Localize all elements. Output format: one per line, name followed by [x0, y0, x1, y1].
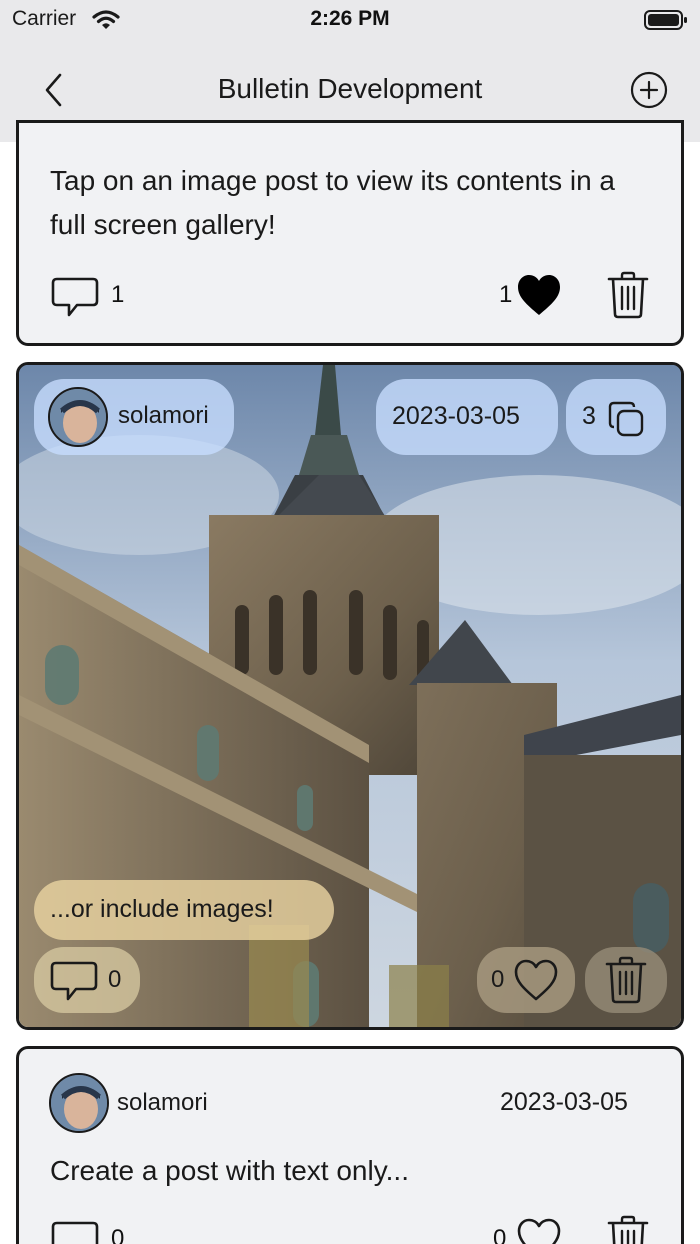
post-card[interactable]: solamori 2023-03-05 Create a post with t… [16, 1046, 684, 1244]
gallery-count-pill[interactable]: 3 [566, 379, 666, 455]
trash-icon [605, 956, 647, 1004]
post-text: Tap on an image post to view its content… [50, 165, 615, 240]
speech-bubble-icon[interactable] [51, 271, 101, 321]
date-pill: 2023-03-05 [376, 379, 558, 455]
battery-icon [644, 9, 688, 36]
post-caption: ...or include images! [50, 895, 274, 923]
avatar-photo [50, 389, 106, 445]
image-post-card[interactable]: solamori 2023-03-05 3 ...or include imag… [16, 362, 684, 1030]
delete-pill[interactable] [585, 947, 667, 1013]
speech-bubble-icon [50, 961, 98, 1001]
heart-outline-icon [514, 959, 558, 1001]
trash-icon[interactable] [607, 1215, 649, 1244]
avatar[interactable] [49, 1073, 109, 1133]
like-count: 0 [493, 1225, 507, 1244]
author-username: solamori [117, 1089, 208, 1116]
like-count: 0 [491, 966, 505, 993]
add-post-button[interactable] [630, 71, 668, 109]
avatar [48, 387, 108, 447]
avatar-photo [51, 1075, 107, 1131]
comment-pill[interactable]: 0 [34, 947, 140, 1013]
trash-icon[interactable] [607, 271, 649, 319]
caption-pill: ...or include images! [34, 880, 334, 940]
stacked-squares-icon [608, 401, 644, 437]
comment-count: 0 [111, 1225, 125, 1244]
status-time: 2:26 PM [310, 7, 390, 30]
like-count: 1 [499, 281, 513, 308]
author-username: solamori [118, 402, 209, 429]
post-text: Create a post with text only... [50, 1155, 409, 1186]
post-date: 2023-03-05 [392, 402, 520, 430]
post-actions: 0 0 [19, 1215, 681, 1244]
heart-outline-icon[interactable] [516, 1217, 562, 1244]
image-count: 3 [582, 402, 596, 430]
comment-count: 1 [111, 281, 125, 308]
status-bar: Carrier 2:26 PM [0, 0, 700, 40]
page-title: Bulletin Development [217, 73, 483, 104]
post-date: 2023-03-05 [500, 1088, 628, 1116]
author-pill[interactable]: solamori [34, 379, 234, 455]
comment-count: 0 [108, 966, 122, 993]
post-card[interactable]: Tap on an image post to view its content… [16, 120, 684, 346]
post-actions: 1 1 [19, 271, 681, 321]
like-pill[interactable]: 0 [477, 947, 575, 1013]
heart-icon[interactable] [516, 273, 562, 317]
speech-bubble-icon[interactable] [51, 1215, 101, 1244]
plus-circle-icon [630, 71, 668, 109]
